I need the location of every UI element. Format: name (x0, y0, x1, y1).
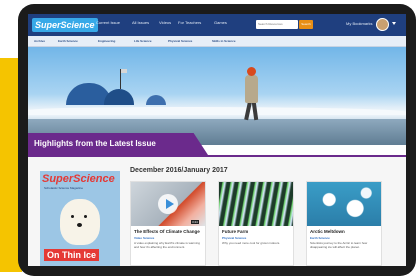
nav-for-teachers[interactable]: For Teachers (178, 20, 201, 25)
polar-bear-nose (77, 223, 82, 227)
nav-all-issues[interactable]: All Issues (132, 20, 149, 25)
subnav-archive[interactable]: Archive (34, 39, 45, 43)
chevron-down-icon[interactable] (392, 22, 396, 25)
article-card[interactable]: 3:24 The Effects Of Climate Change Video… (130, 181, 206, 266)
climate-video-thumbnail[interactable]: 3:24 (131, 182, 205, 226)
card-type: Earth Science (310, 236, 330, 240)
issue-date: December 2016/January 2017 (130, 167, 228, 174)
nav-videos[interactable]: Videos (159, 20, 171, 25)
polar-bear-eye (71, 215, 74, 218)
card-title[interactable]: The Effects Of Climate Change (134, 229, 200, 234)
arctic-meltdown-image[interactable] (307, 182, 381, 226)
card-description: A video explaining why Earth's climate i… (134, 241, 200, 249)
search-input[interactable]: Search Resources (256, 20, 298, 29)
nav-games[interactable]: Games (214, 20, 227, 25)
cover-tagline: Scholastic Science Magazine (44, 186, 84, 190)
cover-logo: SuperScience (42, 173, 115, 185)
site-logo[interactable]: SuperScience (32, 18, 98, 32)
magazine-cover[interactable]: SuperScience Scholastic Science Magazine… (40, 171, 120, 266)
polar-bear-eye (84, 215, 87, 218)
sub-navbar: Archive Earth Science Engineering Life S… (28, 36, 406, 47)
snow-bank (28, 107, 406, 115)
hero-image[interactable] (28, 47, 406, 145)
subnav-physical-science[interactable]: Physical Science (168, 39, 192, 43)
polar-bear-image (60, 199, 100, 245)
video-duration: 3:24 (191, 220, 199, 224)
card-type: Physical Science (222, 236, 247, 240)
subnav-earth-science[interactable]: Earth Science (58, 39, 78, 43)
card-type: Video Science (134, 236, 155, 240)
account-link[interactable]: My Bookmarks (346, 21, 372, 26)
research-hut (146, 95, 166, 105)
avatar[interactable] (376, 18, 389, 31)
play-icon (166, 199, 174, 209)
card-title[interactable]: Arctic Meltdown (310, 229, 345, 234)
screen: SuperScience Current Issue All Issues Vi… (28, 14, 406, 266)
research-hut (104, 89, 134, 105)
cover-headline: On Thin Ice (44, 249, 100, 261)
subnav-life-science[interactable]: Life Science (134, 39, 152, 43)
nav-current-issue[interactable]: Current Issue (96, 20, 120, 25)
highlights-banner: Highlights from the Latest Issue (28, 133, 208, 155)
article-card[interactable]: Future Farm Physical Science Why you nee… (218, 181, 294, 266)
search-button[interactable]: Search (299, 20, 313, 29)
scientist-head (247, 67, 256, 76)
card-description: Scientists journey to the Arctic to lear… (310, 241, 368, 249)
subnav-engineering[interactable]: Engineering (98, 39, 115, 43)
article-card[interactable]: Arctic Meltdown Earth Science Scientists… (306, 181, 382, 266)
scientist-body (245, 75, 258, 103)
top-navbar: SuperScience Current Issue All Issues Vi… (28, 14, 406, 36)
subnav-skills-in-science[interactable]: Skills in Science (212, 39, 236, 43)
future-farm-image[interactable] (219, 182, 293, 226)
flag (121, 69, 127, 73)
highlights-title: Highlights from the Latest Issue (34, 139, 156, 148)
latest-issue-section: SuperScience Scholastic Science Magazine… (28, 157, 406, 266)
card-description: Why you need more cool for grown indoors… (222, 241, 281, 245)
card-title[interactable]: Future Farm (222, 229, 248, 234)
